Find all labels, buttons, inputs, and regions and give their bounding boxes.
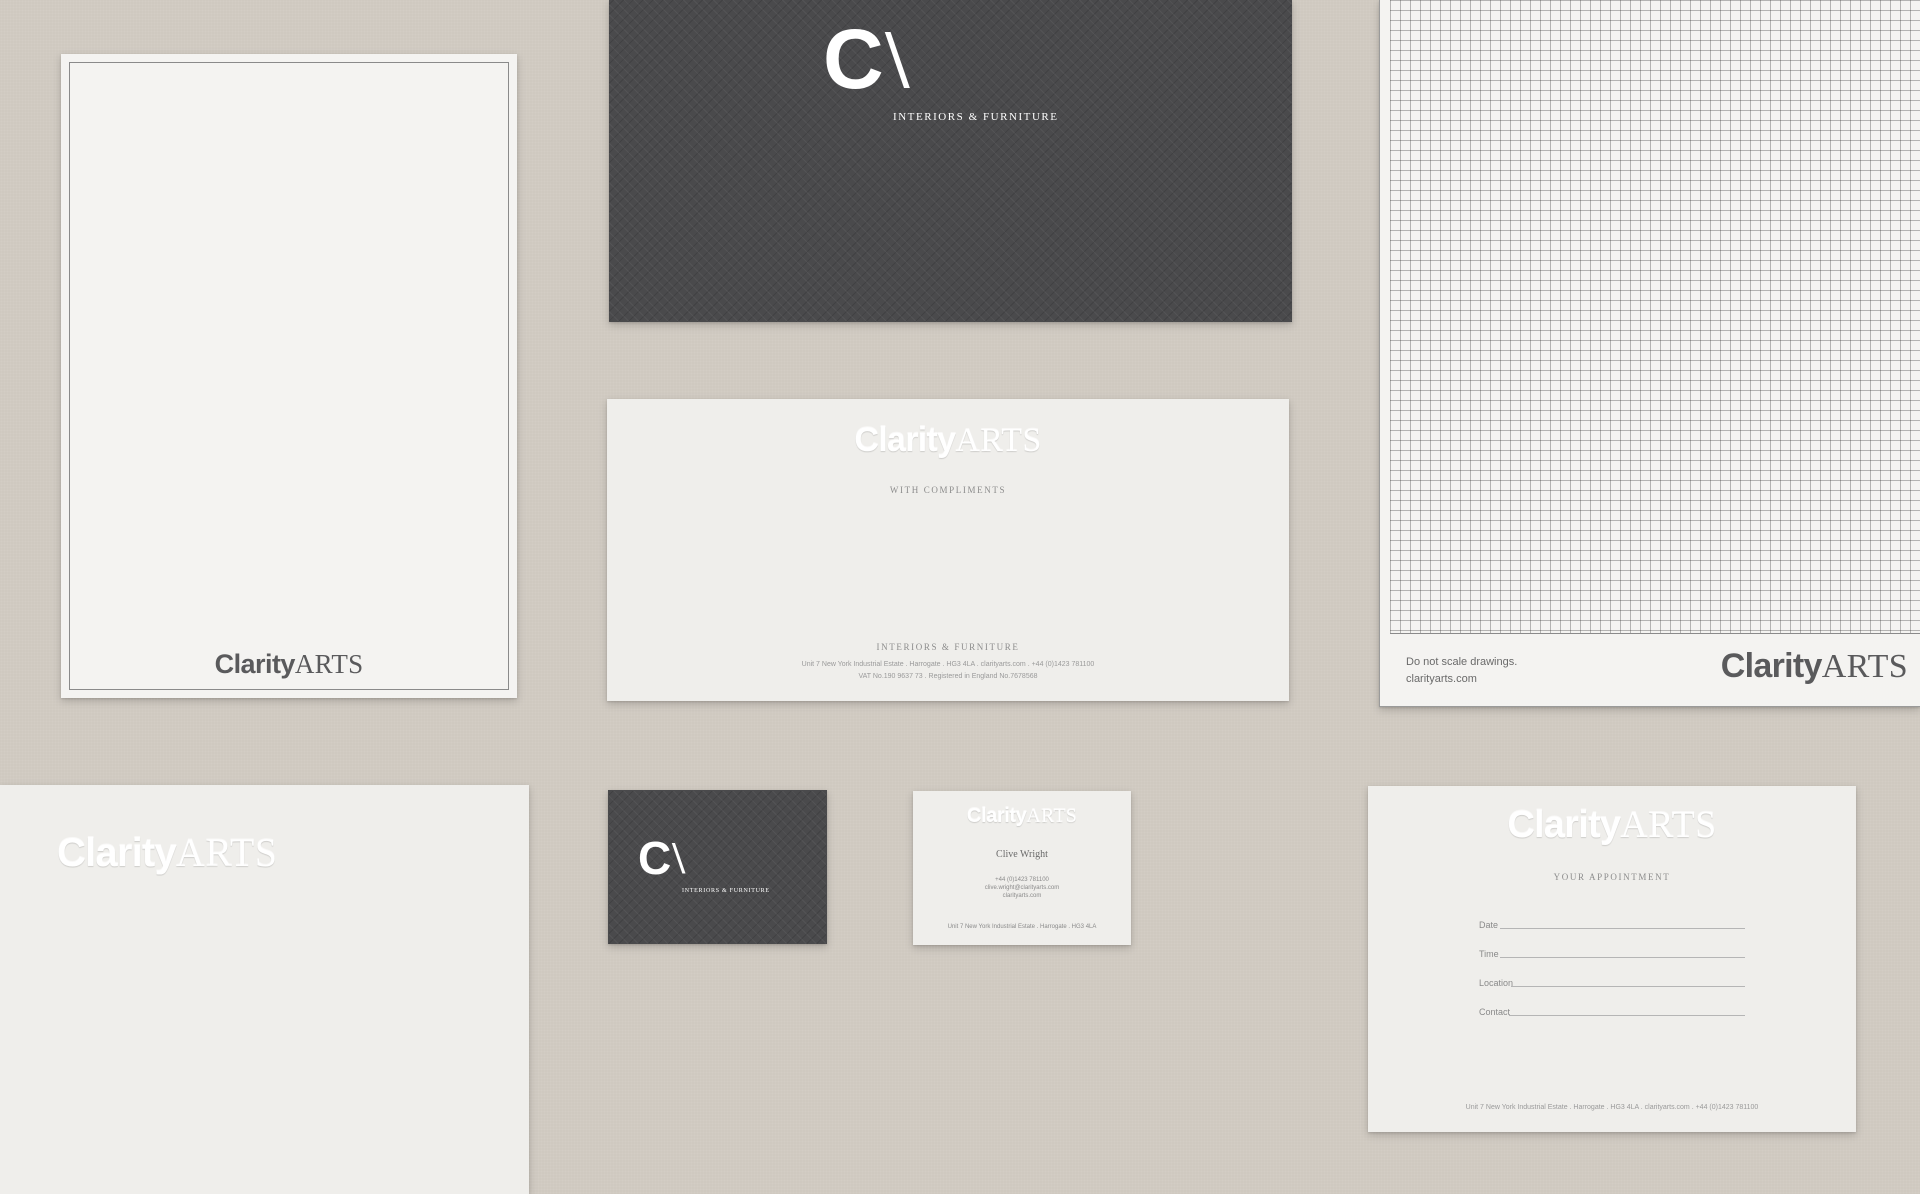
field-line: [1500, 947, 1745, 958]
appointment-card: Clarity ARTS YOUR APPOINTMENT Date Time L…: [1368, 786, 1856, 1132]
letterhead-border: [69, 62, 509, 690]
comp-slip-address: Unit 7 New York Industrial Estate . Harr…: [801, 661, 1095, 668]
business-card-wordmark: Clarity ARTS: [913, 806, 1131, 827]
appointment-field-contact: Contact: [1479, 988, 1745, 1017]
wordmark-arts: ARTS: [1821, 648, 1908, 685]
field-label: Location: [1479, 978, 1514, 988]
appointment-wordmark: Clarity ARTS: [1368, 806, 1856, 844]
wordmark-clarity: Clarity: [854, 421, 956, 459]
grid-paper-note: Do not scale drawings.: [1406, 656, 1518, 668]
wordmark-clarity: Clarity: [966, 805, 1027, 827]
comp-slip-tagline: INTERIORS & FURNITURE: [876, 642, 1020, 652]
comp-slip-vat: VAT No.190 9637 73 . Registered in Engla…: [858, 673, 1038, 680]
wordmark-arts: ARTS: [294, 649, 364, 679]
appointment-fields: Date Time Location Contact: [1479, 901, 1745, 1017]
field-line: [1500, 918, 1745, 929]
business-card-tagline: INTERIORS & FURNITURE: [682, 888, 770, 894]
compliments-slip: Clarity ARTS WITH COMPLIMENTS INTERIORS &…: [607, 399, 1289, 701]
monogram-slash: \: [672, 832, 686, 883]
envelope-wordmark: Clarity ARTS: [57, 830, 278, 875]
dark-card-tagline: INTERIORS & FURNITURE: [893, 111, 1059, 123]
business-card-name: Clive Wright: [996, 849, 1048, 860]
appointment-address: Unit 7 New York Industrial Estate . Harr…: [1465, 1104, 1759, 1111]
envelope: Clarity ARTS: [0, 785, 529, 1194]
comp-slip-wordmark: Clarity ARTS: [607, 423, 1289, 458]
field-label: Date: [1479, 920, 1499, 930]
monogram-c: C: [638, 832, 672, 884]
monogram-slash: \: [885, 13, 910, 106]
field-line: [1511, 976, 1745, 987]
wordmark-clarity: Clarity: [1507, 804, 1621, 846]
grid-paper: Do not scale drawings. clarityarts.com C…: [1379, 0, 1920, 707]
letterhead: Clarity ARTS: [61, 54, 517, 698]
wordmark-arts: ARTS: [1620, 804, 1717, 846]
business-card-email: clive.wright@clarityarts.com: [984, 885, 1060, 891]
appointment-field-time: Time: [1479, 930, 1745, 959]
wordmark-arts: ARTS: [1026, 805, 1078, 827]
grid-pattern: [1390, 0, 1920, 634]
monogram-c: C: [823, 12, 884, 106]
appointment-field-date: Date: [1479, 901, 1745, 930]
business-card-back: Clarity ARTS Clive Wright +44 (0)1423 781…: [913, 791, 1131, 945]
wordmark-arts: ARTS: [955, 422, 1042, 459]
dark-card-large: C \ INTERIORS & FURNITURE: [609, 0, 1292, 322]
field-line: [1509, 1005, 1745, 1016]
grid-paper-website: clarityarts.com: [1406, 673, 1477, 685]
comp-slip-heading: WITH COMPLIMENTS: [889, 485, 1007, 495]
appointment-field-location: Location: [1479, 959, 1745, 988]
letterhead-wordmark: Clarity ARTS: [61, 651, 517, 678]
field-label: Contact: [1479, 1007, 1511, 1017]
business-card-address: Unit 7 New York Industrial Estate . Harr…: [947, 924, 1097, 930]
wordmark-clarity: Clarity: [214, 649, 296, 679]
grid-paper-wordmark: Clarity ARTS: [1721, 649, 1908, 684]
wordmark-clarity: Clarity: [57, 831, 177, 875]
business-card-front: C \ INTERIORS & FURNITURE: [608, 790, 827, 944]
appointment-heading: YOUR APPOINTMENT: [1553, 872, 1671, 882]
field-label: Time: [1479, 949, 1499, 959]
ca-monogram-large: C \: [823, 12, 910, 106]
ca-monogram-small: C \: [638, 832, 686, 884]
business-card-phone: +44 (0)1423 781100: [995, 877, 1049, 883]
wordmark-arts: ARTS: [175, 830, 278, 875]
wordmark-clarity: Clarity: [1720, 647, 1823, 685]
grid-footer-rule: [1390, 633, 1920, 634]
business-card-website: clarityarts.com: [1002, 893, 1042, 899]
